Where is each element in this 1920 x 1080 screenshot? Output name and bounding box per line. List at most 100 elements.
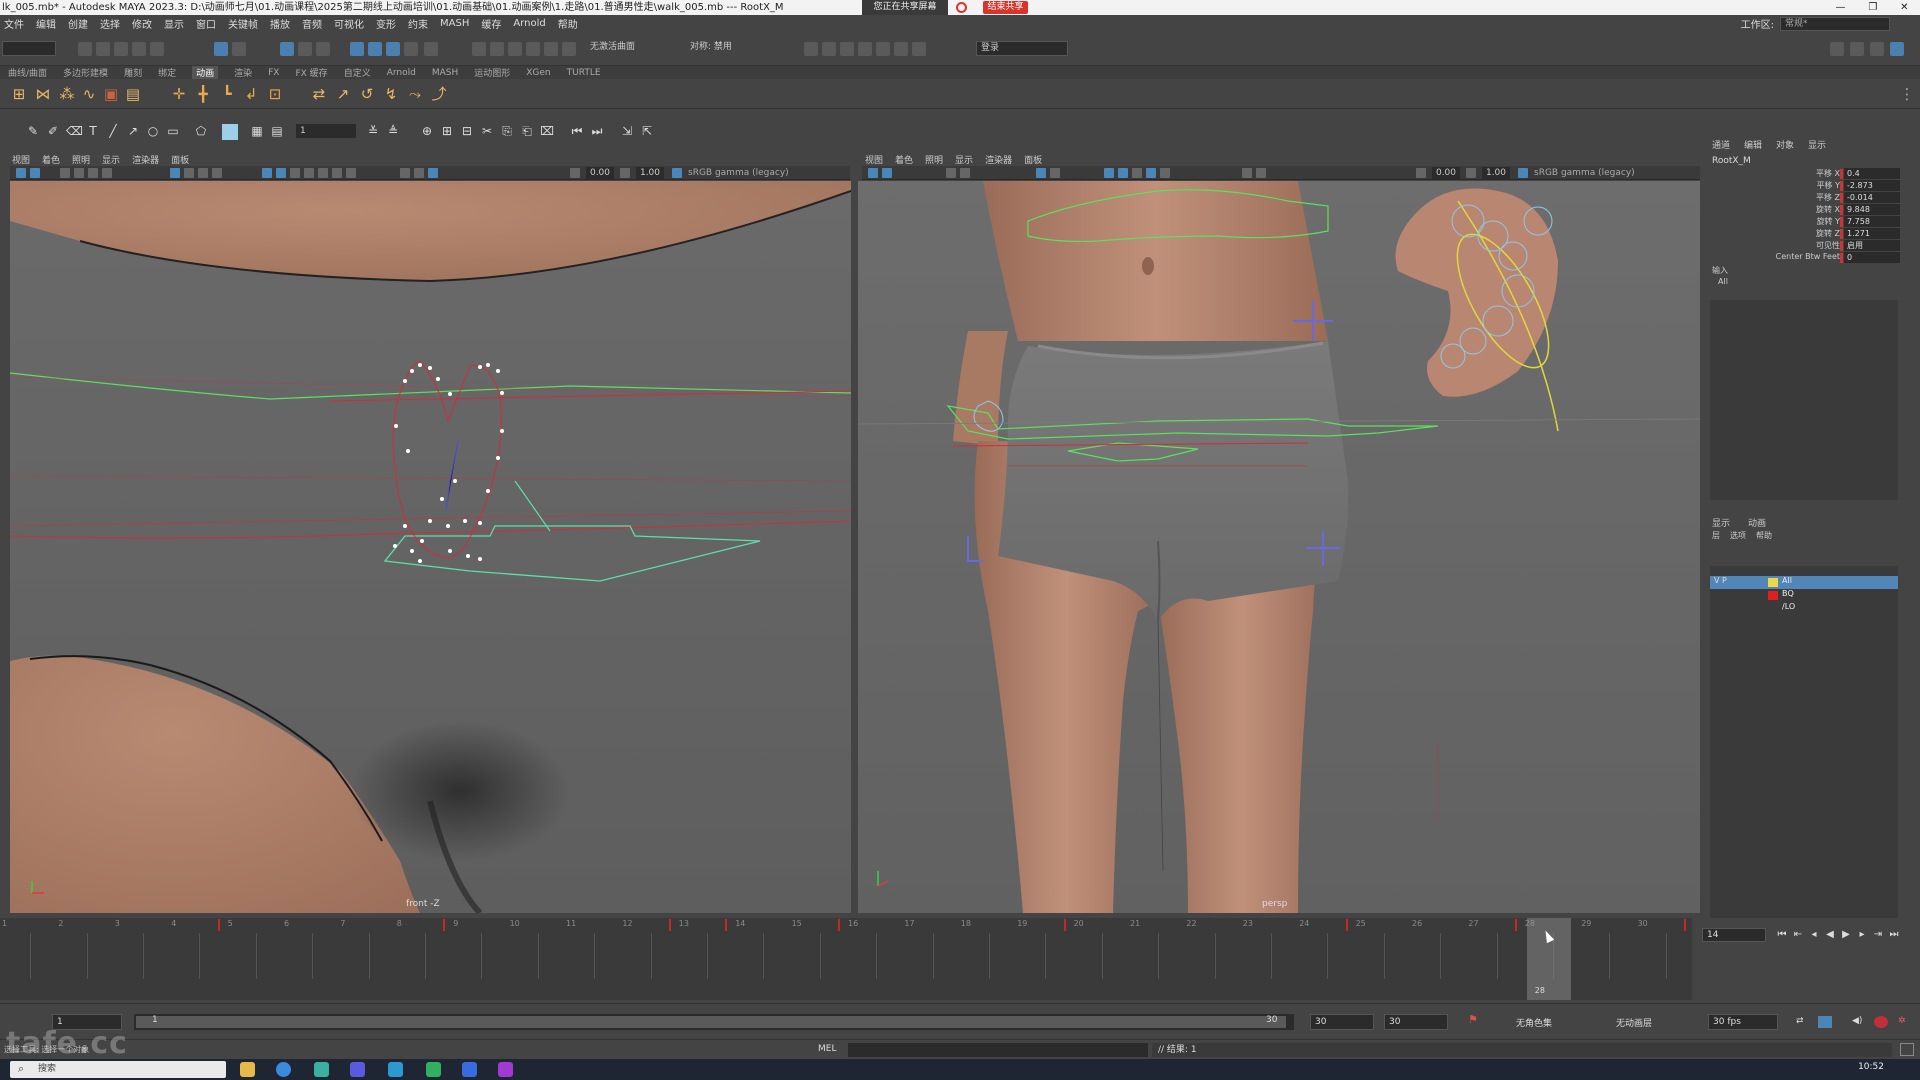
render-frame-icon[interactable] — [822, 42, 836, 56]
select-dynamics-icon[interactable] — [386, 42, 400, 56]
attr-value[interactable]: -0.014 — [1844, 192, 1900, 203]
command-input[interactable] — [848, 1043, 1148, 1057]
vp-right-menu-lighting[interactable]: 照明 — [925, 153, 943, 166]
copy-icon[interactable]: ⎘ — [500, 124, 514, 138]
maya-active-icon[interactable] — [388, 1062, 403, 1077]
snap-surface-icon[interactable] — [544, 42, 558, 56]
media-icon[interactable] — [498, 1062, 513, 1077]
gate-mask-icon[interactable] — [212, 168, 222, 178]
shelf-menu-icon[interactable]: ⋮ — [1898, 85, 1916, 103]
pause-render-icon[interactable] — [912, 42, 926, 56]
keyframe-marker[interactable] — [443, 919, 446, 931]
xray-icon[interactable] — [414, 168, 424, 178]
vp-right-exposure[interactable]: 0.00 — [1432, 167, 1460, 179]
selected-node-name[interactable]: RootX_M — [1712, 156, 1751, 166]
snap-vertex-icon[interactable] — [562, 42, 576, 56]
layer-flags[interactable]: V P — [1714, 576, 1727, 585]
symmetry-label[interactable]: 对称: 禁用 — [686, 41, 766, 56]
undo-icon[interactable] — [132, 42, 146, 56]
attribute-editor-icon[interactable] — [1850, 42, 1864, 56]
meeting-icon[interactable] — [462, 1062, 477, 1077]
frame-field[interactable]: 1 — [296, 124, 356, 138]
layer-row-lo[interactable]: /LO — [1710, 602, 1898, 615]
cb-menu-show[interactable]: 显示 — [1808, 138, 1826, 151]
snap-grid-icon[interactable] — [472, 42, 486, 56]
vp-right-menu-show[interactable]: 显示 — [955, 153, 973, 166]
onion-range-icon[interactable]: ≜ — [386, 124, 400, 138]
inputs-all-label[interactable]: All — [1718, 277, 1728, 286]
camera-attributes-icon[interactable] — [882, 168, 892, 178]
play-backward-icon[interactable]: ◀ — [1824, 929, 1836, 941]
time-slider[interactable]: 1 2 3 4 5 6 7 8 9 10 11 12 13 14 15 16 17 18 19 20 21 22 23 24 2… — [0, 918, 1692, 1000]
prefs-icon[interactable]: ✲ — [1898, 1016, 1906, 1026]
step-back-frame-icon[interactable]: ◂ — [1808, 929, 1820, 941]
vp-left-menu-lighting[interactable]: 照明 — [72, 153, 90, 166]
modeling-toolkit-icon[interactable] — [1830, 42, 1844, 56]
menu-file[interactable]: 文件 — [4, 16, 24, 31]
layer-name[interactable]: BQ — [1782, 589, 1794, 598]
bookmark-icon[interactable] — [60, 168, 70, 178]
trash-icon[interactable]: ⌧ — [540, 124, 554, 138]
vp-right-menu-renderer[interactable]: 渲染器 — [985, 153, 1012, 166]
import-icon[interactable]: ⇲ — [620, 124, 634, 138]
shelf-tab-animation[interactable]: 动画 — [192, 66, 219, 79]
color-swatch[interactable] — [222, 124, 238, 140]
menu-windows[interactable]: 窗口 — [196, 16, 216, 31]
attr-value[interactable]: 启用 — [1844, 240, 1900, 251]
grid-toggle-icon[interactable] — [170, 168, 180, 178]
motion-trail-icon[interactable]: ⁂ — [58, 85, 76, 103]
parent-constraint-icon[interactable]: ⇄ — [310, 85, 328, 103]
app-icon[interactable] — [350, 1062, 365, 1077]
range-slider-handle[interactable] — [136, 1016, 1286, 1028]
vp-left-menu-renderer[interactable]: 渲染器 — [132, 153, 159, 166]
minimize-icon[interactable]: — — [1835, 0, 1845, 15]
paint-weights-icon[interactable]: ⊡ — [266, 85, 284, 103]
auto-key-icon[interactable]: ⚑ — [1468, 1013, 1478, 1026]
vp-left-menu-shading[interactable]: 着色 — [42, 153, 60, 166]
menu-edit[interactable]: 编辑 — [36, 16, 56, 31]
exposure-icon[interactable] — [570, 168, 580, 178]
lights-icon[interactable] — [1146, 168, 1156, 178]
keyframe-marker[interactable] — [217, 919, 220, 931]
render-view-icon[interactable] — [804, 42, 818, 56]
hypershade-icon[interactable] — [876, 42, 890, 56]
attr-row[interactable]: 平移 X 0.4 — [1700, 168, 1900, 180]
attr-row[interactable]: 旋转 X 9.848 — [1700, 204, 1900, 216]
layer-row-all[interactable]: V P All — [1710, 576, 1898, 589]
go-to-end-icon[interactable]: ⏭ — [1888, 929, 1900, 941]
menu-cache[interactable]: 缓存 — [481, 16, 501, 31]
tab-display-layers[interactable]: 显示 — [1712, 516, 1730, 529]
prev-drawing-icon[interactable]: ⏮ — [570, 124, 584, 138]
stop-share-button[interactable]: 结束共享 — [983, 1, 1028, 14]
maximize-icon[interactable]: ❐ — [1868, 0, 1877, 15]
shelf-tab-rendering[interactable]: 渲染 — [234, 66, 252, 79]
cb-menu-object[interactable]: 对象 — [1776, 138, 1794, 151]
layer-row-bq[interactable]: BQ — [1710, 589, 1898, 602]
channel-box-icon[interactable] — [1890, 42, 1904, 56]
image-plane-icon[interactable] — [960, 168, 970, 178]
layer-menu-help[interactable]: 帮助 — [1756, 530, 1772, 541]
vp-right-gamma[interactable]: 1.00 — [1482, 167, 1510, 179]
exposure-icon[interactable] — [1416, 168, 1426, 178]
layer-menu-options[interactable]: 选项 — [1730, 530, 1746, 541]
step-forward-key-icon[interactable]: ⇥ — [1872, 929, 1884, 941]
step-forward-frame-icon[interactable]: ▸ — [1856, 929, 1868, 941]
timeslider-bookmark-icon[interactable]: ▣ — [102, 85, 120, 103]
menu-playback[interactable]: 播放 — [270, 16, 290, 31]
export-icon[interactable]: ⇱ — [640, 124, 654, 138]
vp-right-menu-view[interactable]: 视图 — [865, 153, 883, 166]
select-deform-icon[interactable] — [368, 42, 382, 56]
duplicate-frame-icon[interactable]: ⊞ — [440, 124, 454, 138]
shelf-tab-curves[interactable]: 曲线/曲面 — [8, 66, 47, 79]
cut-icon[interactable]: ✂ — [480, 124, 494, 138]
attr-row[interactable]: 旋转 Y 7.758 — [1700, 216, 1900, 228]
shelf-tab-rigging[interactable]: 绑定 — [158, 66, 176, 79]
wireframe-icon[interactable] — [1104, 168, 1114, 178]
fps-dropdown[interactable]: 30 fps — [1708, 1014, 1778, 1030]
point-constraint-icon[interactable]: ↗ — [334, 85, 352, 103]
loop-icon[interactable]: ⇄ — [1796, 1016, 1804, 1026]
close-icon[interactable]: ✕ — [1900, 0, 1908, 15]
vp-right-colorspace[interactable]: sRGB gamma (legacy) — [1534, 166, 1635, 180]
arrow-icon[interactable]: ↗ — [126, 124, 140, 138]
shadows-icon[interactable] — [1160, 168, 1170, 178]
